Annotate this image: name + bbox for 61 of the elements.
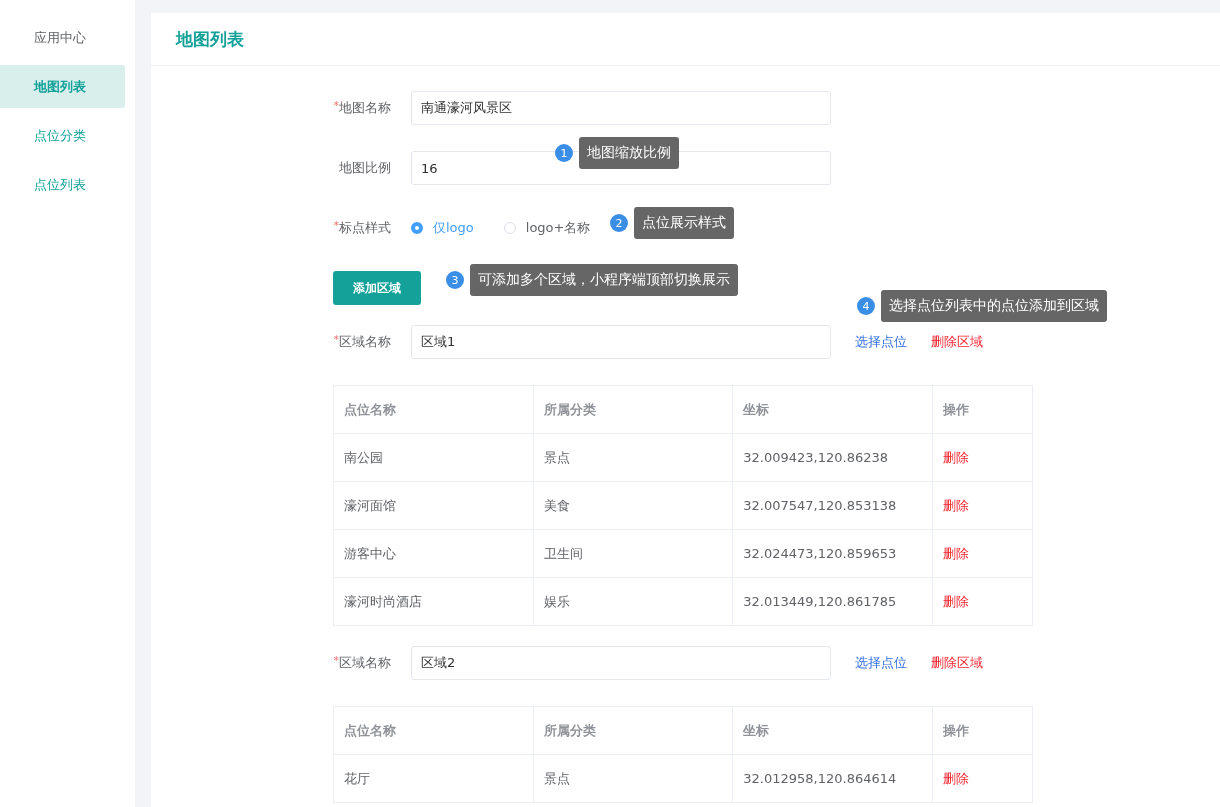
page-title: 地图列表	[176, 27, 244, 51]
add-region-button[interactable]: 添加区域	[333, 271, 421, 305]
region-name-field[interactable]: 区域1	[411, 325, 831, 359]
column-header: 操作	[932, 706, 1033, 755]
field-label: 地图比例	[339, 159, 391, 177]
tooltip: 地图缩放比例	[579, 137, 679, 169]
number-badge: 4	[857, 297, 875, 315]
table-cell: 花厅	[333, 754, 534, 803]
select-points-link[interactable]: 选择点位	[855, 333, 907, 351]
required-mark: *	[333, 219, 339, 232]
sidebar-item[interactable]: 地图列表	[0, 65, 125, 108]
tooltip: 选择点位列表中的点位添加到区域	[881, 290, 1107, 322]
radio-label[interactable]: logo+名称	[525, 219, 591, 237]
sidebar-item[interactable]: 点位列表	[0, 163, 125, 206]
field-label: 区域名称	[339, 654, 391, 672]
table-cell: 濠河时尚酒店	[333, 577, 534, 626]
delete-region-link[interactable]: 删除区域	[931, 654, 983, 672]
required-mark: *	[333, 333, 339, 346]
region-name-field[interactable]: 区域2	[411, 646, 831, 680]
table-cell: 32.012958,120.864614	[732, 754, 933, 803]
radio-label[interactable]: 仅logo	[433, 219, 474, 237]
select-points-link[interactable]: 选择点位	[855, 654, 907, 672]
required-mark: *	[333, 99, 339, 112]
table-cell: 卫生间	[533, 529, 733, 578]
table-cell: 南公园	[333, 433, 534, 482]
table-cell: 32.009423,120.86238	[732, 433, 933, 482]
table-cell: 32.024473,120.859653	[732, 529, 933, 578]
column-header: 点位名称	[333, 385, 534, 434]
tooltip: 点位展示样式	[634, 207, 734, 239]
tooltip: 可添加多个区域，小程序端顶部切换展示	[470, 264, 738, 296]
number-badge: 2	[610, 214, 628, 232]
number-badge: 1	[555, 144, 573, 162]
column-header: 操作	[932, 385, 1033, 434]
table-cell: 32.007547,120.853138	[732, 481, 933, 530]
column-header: 坐标	[732, 385, 933, 434]
radio-button[interactable]	[411, 222, 423, 234]
field-label: 区域名称	[339, 333, 391, 351]
table-cell: 娱乐	[533, 577, 733, 626]
table-cell: 32.013449,120.861785	[732, 577, 933, 626]
map-name-field[interactable]: 南通濠河风景区	[411, 91, 831, 125]
column-header: 坐标	[732, 706, 933, 755]
delete-link[interactable]: 删除	[943, 593, 969, 609]
table-cell: 濠河面馆	[333, 481, 534, 530]
required-mark: *	[333, 654, 339, 667]
delete-region-link[interactable]: 删除区域	[931, 333, 983, 351]
table-cell: 美食	[533, 481, 733, 530]
field-label: 标点样式	[339, 219, 391, 237]
delete-link[interactable]: 删除	[943, 545, 969, 561]
table-cell: 游客中心	[333, 529, 534, 578]
column-header: 所属分类	[533, 706, 733, 755]
table-cell: 景点	[533, 754, 733, 803]
field-label: 地图名称	[339, 99, 391, 117]
delete-link[interactable]: 删除	[943, 449, 969, 465]
column-header: 点位名称	[333, 706, 534, 755]
sidebar-item[interactable]: 应用中心	[0, 16, 125, 59]
delete-link[interactable]: 删除	[943, 770, 969, 786]
number-badge: 3	[446, 271, 464, 289]
table-cell: 景点	[533, 433, 733, 482]
delete-link[interactable]: 删除	[943, 497, 969, 513]
sidebar-item[interactable]: 点位分类	[0, 114, 125, 157]
column-header: 所属分类	[533, 385, 733, 434]
